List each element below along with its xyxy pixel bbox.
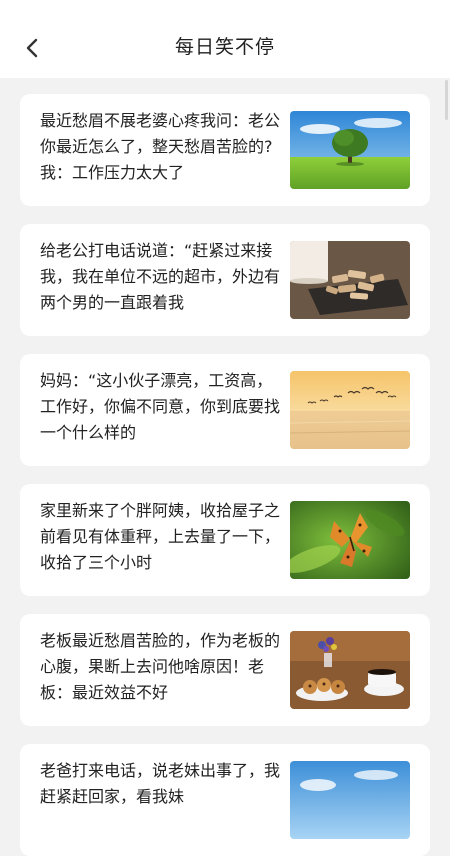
birds-over-sea-sunset-image	[290, 371, 410, 449]
joke-preview-text: 家里新来了个胖阿姨，收拾屋子之前看见有体重秤，上去量了一下，收拾了三个小时	[40, 501, 281, 572]
joke-card[interactable]: 老爸打来电话，说老妹出事了，我赶紧赶回家，看我妹	[20, 744, 430, 856]
joke-card[interactable]: 给老公打电话说道：“赶紧过来接我，我在单位不远的超市，外边有两个男的一直跟着我	[20, 224, 430, 336]
app-header: 每日笑不停	[0, 0, 450, 78]
scrollbar[interactable]	[445, 80, 448, 120]
butterfly-on-leaf-image	[290, 501, 410, 579]
joke-preview-text: 妈妈：“这小伙子漂亮，工资高，工作好，你偏不同意，你到底要找一个什么样的	[40, 371, 281, 442]
joke-card[interactable]: 妈妈：“这小伙子漂亮，工资高，工作好，你偏不同意，你到底要找一个什么样的	[20, 354, 430, 466]
cookies-on-slate-image	[290, 241, 410, 319]
joke-preview-text: 最近愁眉不展老婆心疼我问：老公你最近怎么了，整天愁眉苦脸的?我：工作压力太大了	[40, 111, 281, 182]
joke-card[interactable]: 家里新来了个胖阿姨，收拾屋子之前看见有体重秤，上去量了一下，收拾了三个小时	[20, 484, 430, 596]
joke-card[interactable]: 最近愁眉不展老婆心疼我问：老公你最近怎么了，整天愁眉苦脸的?我：工作压力太大了	[20, 94, 430, 206]
tree-meadow-image	[290, 111, 410, 189]
joke-preview-text: 老板最近愁眉苦脸的，作为老板的心腹，果断上去问他啥原因！老板：最近效益不好	[40, 631, 281, 702]
joke-preview-text: 给老公打电话说道：“赶紧过来接我，我在单位不远的超市，外边有两个男的一直跟着我	[40, 241, 281, 312]
coffee-and-cookies-image	[290, 631, 410, 709]
joke-card[interactable]: 老板最近愁眉苦脸的，作为老板的心腹，果断上去问他啥原因！老板：最近效益不好	[20, 614, 430, 726]
page-title: 每日笑不停	[174, 36, 275, 58]
blue-sky-image	[290, 761, 410, 839]
joke-preview-text: 老爸打来电话，说老妹出事了，我赶紧赶回家，看我妹	[40, 761, 281, 806]
